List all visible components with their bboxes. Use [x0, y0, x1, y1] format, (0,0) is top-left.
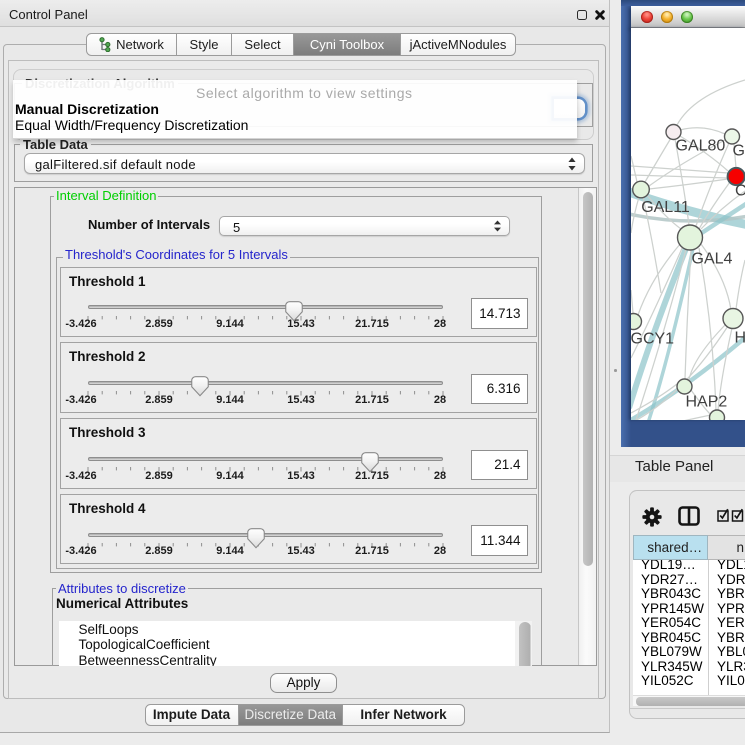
svg-text:GAL4: GAL4: [692, 250, 733, 267]
svg-text:GAL11: GAL11: [641, 199, 690, 216]
svg-text:GCY1: GCY1: [631, 330, 674, 347]
svg-text:HAP2: HAP2: [686, 393, 728, 410]
svg-text:GAL3: GAL3: [733, 142, 745, 159]
svg-text:HIS4: HIS4: [735, 329, 745, 346]
svg-text:CDC25: CDC25: [735, 182, 745, 199]
svg-text:GAL80: GAL80: [676, 137, 726, 154]
